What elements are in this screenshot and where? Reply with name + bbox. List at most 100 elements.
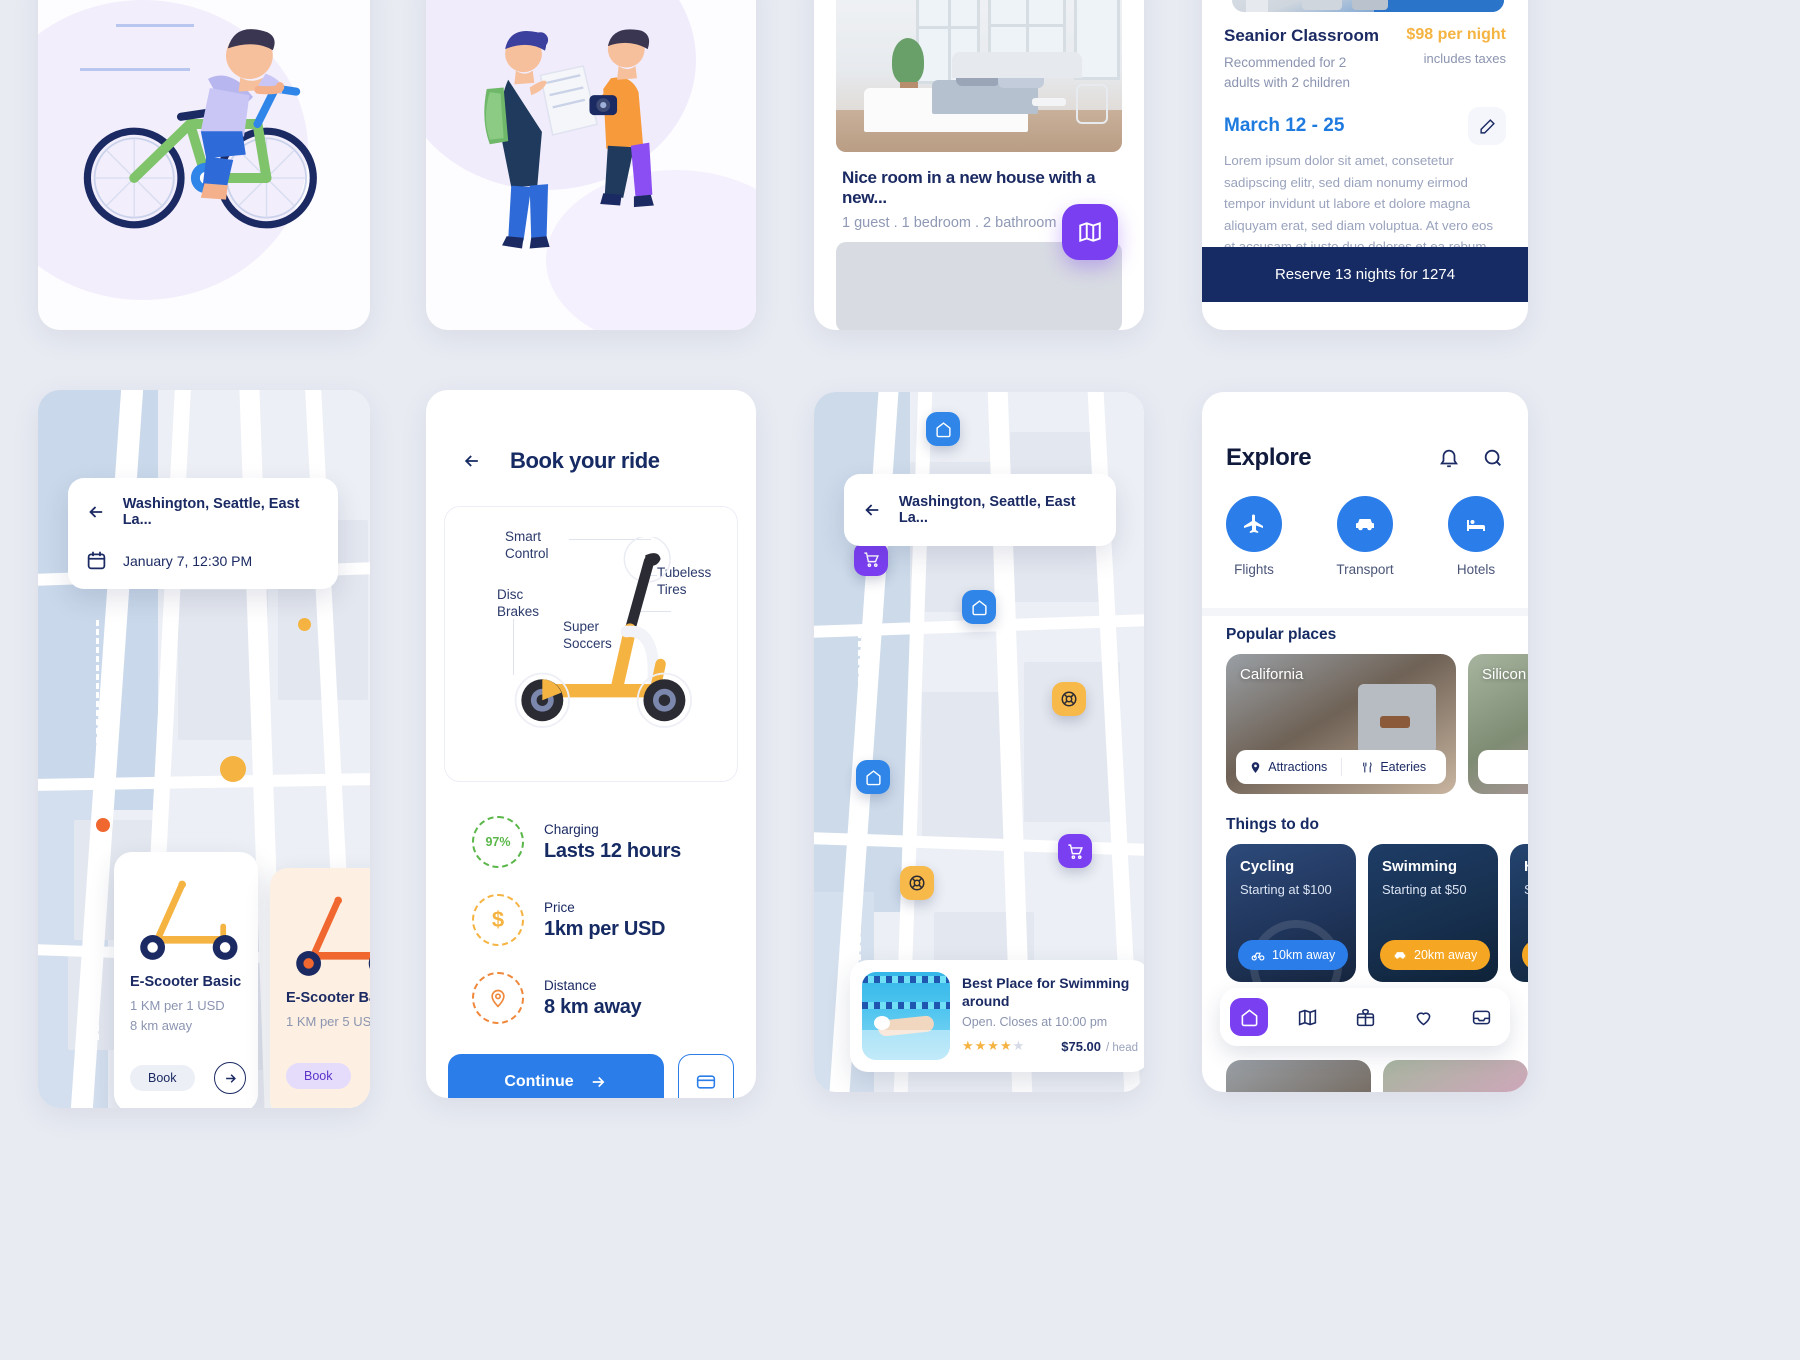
chair <box>1302 0 1342 10</box>
category-hotels[interactable]: Hotels <box>1448 496 1504 577</box>
home-icon <box>971 599 987 615</box>
illustration-travelers-card <box>426 0 756 330</box>
headboard <box>952 52 1082 78</box>
place-price: $75.00 <box>1061 1038 1102 1054</box>
place-card-partial[interactable] <box>1226 1060 1371 1092</box>
pencil-icon <box>1479 118 1495 134</box>
cart-icon <box>863 551 879 567</box>
map-pin-home[interactable] <box>926 412 960 446</box>
stat-label: Charging <box>544 821 599 837</box>
chair <box>1076 84 1108 124</box>
location-search-pill[interactable]: Washington, Seattle, East La... January … <box>68 478 338 589</box>
column <box>1246 0 1268 12</box>
scooter-option-card[interactable]: E-Scooter Bas... 1 KM per 5 USD Book <box>270 868 370 1108</box>
map-pin-cart[interactable] <box>854 542 888 576</box>
category-flights[interactable]: Flights <box>1226 496 1282 577</box>
tab-home[interactable] <box>1230 998 1268 1036</box>
hotel-price: $98 per night <box>1406 26 1506 43</box>
credit-card-icon <box>696 1075 716 1089</box>
stat-value: Lasts 12 hours <box>544 839 681 862</box>
tab-map[interactable] <box>1288 998 1326 1036</box>
category-transport[interactable]: Transport <box>1336 496 1394 577</box>
reserve-button[interactable]: Reserve 13 nights for 1274 <box>1202 247 1528 302</box>
book-button[interactable]: Book <box>286 1063 351 1089</box>
thing-badge[interactable]: 20km away <box>1380 940 1491 970</box>
plane-icon-circle <box>1226 496 1282 552</box>
listing-title: Nice room in a new house with a new... <box>842 168 1096 207</box>
place-result-card[interactable]: Best Place for Swimming around Open. Clo… <box>850 960 1144 1072</box>
place-card-partial[interactable] <box>1383 1060 1528 1092</box>
chip-label: Attractions <box>1268 760 1328 774</box>
scooter-option-card[interactable]: E-Scooter Basic 1 KM per 1 USD 8 km away… <box>114 852 258 1108</box>
hotel-description: Lorem ipsum dolor sit amet, consetetur s… <box>1224 153 1494 262</box>
stat-value: 8 km away <box>544 995 642 1018</box>
plane-icon <box>1244 514 1263 533</box>
thing-title: H... <box>1524 858 1528 875</box>
bottom-tab-bar[interactable] <box>1220 988 1510 1046</box>
page-title: Book your ride <box>510 448 660 473</box>
scooter-illustration <box>296 896 370 976</box>
location-search-pill[interactable]: Washington, Seattle, East La... <box>844 474 1116 546</box>
home-icon <box>865 769 881 785</box>
chip-attractions[interactable]: Attra... <box>1478 760 1528 774</box>
book-button[interactable]: Book <box>130 1065 195 1091</box>
popular-places-row[interactable]: California Attractions Eateries Silicon <box>1226 654 1528 794</box>
arrow-left-icon[interactable] <box>460 451 484 471</box>
thing-card-swimming[interactable]: Swimming Starting at $50 20km away <box>1368 844 1498 982</box>
chip-attractions[interactable]: Attractions <box>1236 760 1341 774</box>
map-pin-cart[interactable] <box>1058 834 1092 868</box>
map-icon <box>1298 1008 1316 1026</box>
thing-badge[interactable]: 10km away <box>1238 940 1349 970</box>
location-text: Washington, Seattle, East La... <box>898 494 1076 526</box>
map-pin-home[interactable] <box>856 760 890 794</box>
places-map-card[interactable]: Washington, Seattle, East La... Best Pla… <box>814 392 1144 1092</box>
location-ring-icon <box>472 972 524 1024</box>
scooter-name: E-Scooter Bas... <box>286 990 370 1006</box>
continue-button[interactable]: Continue <box>448 1054 664 1098</box>
explore-card[interactable]: Explore Flights Transport Hotels Popular… <box>1202 392 1528 1092</box>
thing-badge[interactable] <box>1522 940 1528 970</box>
window-mullion <box>948 0 951 84</box>
thing-card-partial[interactable]: H... S... <box>1510 844 1528 982</box>
dollar-ring-icon: $ <box>472 894 524 946</box>
map-pin-home[interactable] <box>962 590 996 624</box>
edit-dates-button[interactable] <box>1468 107 1506 145</box>
arrow-left-icon[interactable] <box>86 502 107 522</box>
bell-icon[interactable] <box>1438 447 1460 469</box>
chair <box>1352 0 1388 10</box>
scooter-go-button[interactable] <box>214 1062 246 1094</box>
hotel-taxes: includes taxes <box>1423 51 1506 66</box>
screenshot-root: Nice room in a new house with a new... 1… <box>0 0 1800 1360</box>
map-pin-lifebuoy[interactable] <box>900 866 934 900</box>
place-card[interactable]: California Attractions Eateries <box>1226 654 1456 794</box>
arrow-left-icon[interactable] <box>862 500 883 520</box>
scooter-map-card[interactable]: Washington, Seattle, East La... January … <box>38 390 370 1108</box>
swim-cap <box>874 1016 890 1030</box>
map-pin-lifebuoy[interactable] <box>1052 682 1086 716</box>
search-icon[interactable] <box>1482 447 1504 469</box>
map-dot-orange <box>96 818 110 832</box>
stat-row: $ Price 1km per USD <box>426 868 756 946</box>
location-text: Washington, Seattle, East La... <box>122 496 300 528</box>
stat-row: 97% Charging Lasts 12 hours <box>426 782 756 868</box>
thing-subtitle: Starting at $50 <box>1382 882 1467 897</box>
hotel-detail-card[interactable]: Seanior Classroom Recommended for 2 adul… <box>1202 0 1528 330</box>
place-title: Best Place for Swimming around <box>962 975 1130 1010</box>
book-ride-card[interactable]: Book your ride Smart Control Disc Brakes… <box>426 390 756 1098</box>
chip-eateries[interactable]: Eateries <box>1342 760 1447 774</box>
thing-card-cycling[interactable]: Cycling Starting at $100 10km away <box>1226 844 1356 982</box>
bed-icon <box>1467 520 1485 531</box>
category-label: Flights <box>1234 562 1274 577</box>
cart-icon <box>1067 843 1083 859</box>
things-to-do-row[interactable]: Cycling Starting at $100 10km away Swimm… <box>1226 844 1528 982</box>
tab-favorites[interactable] <box>1404 998 1442 1036</box>
place-card[interactable]: Silicon V... Attra... <box>1468 654 1528 794</box>
hotel-recommended: Recommended for 2 adults with 2 children <box>1224 55 1351 90</box>
scooter-illustration <box>140 880 238 960</box>
payment-method-button[interactable] <box>678 1054 734 1098</box>
map-fab-button[interactable] <box>1062 204 1118 260</box>
room-listing-card[interactable]: Nice room in a new house with a new... 1… <box>814 0 1144 330</box>
tab-gift[interactable] <box>1346 998 1384 1036</box>
tab-inbox[interactable] <box>1462 998 1500 1036</box>
scooter-diagram <box>514 537 693 728</box>
